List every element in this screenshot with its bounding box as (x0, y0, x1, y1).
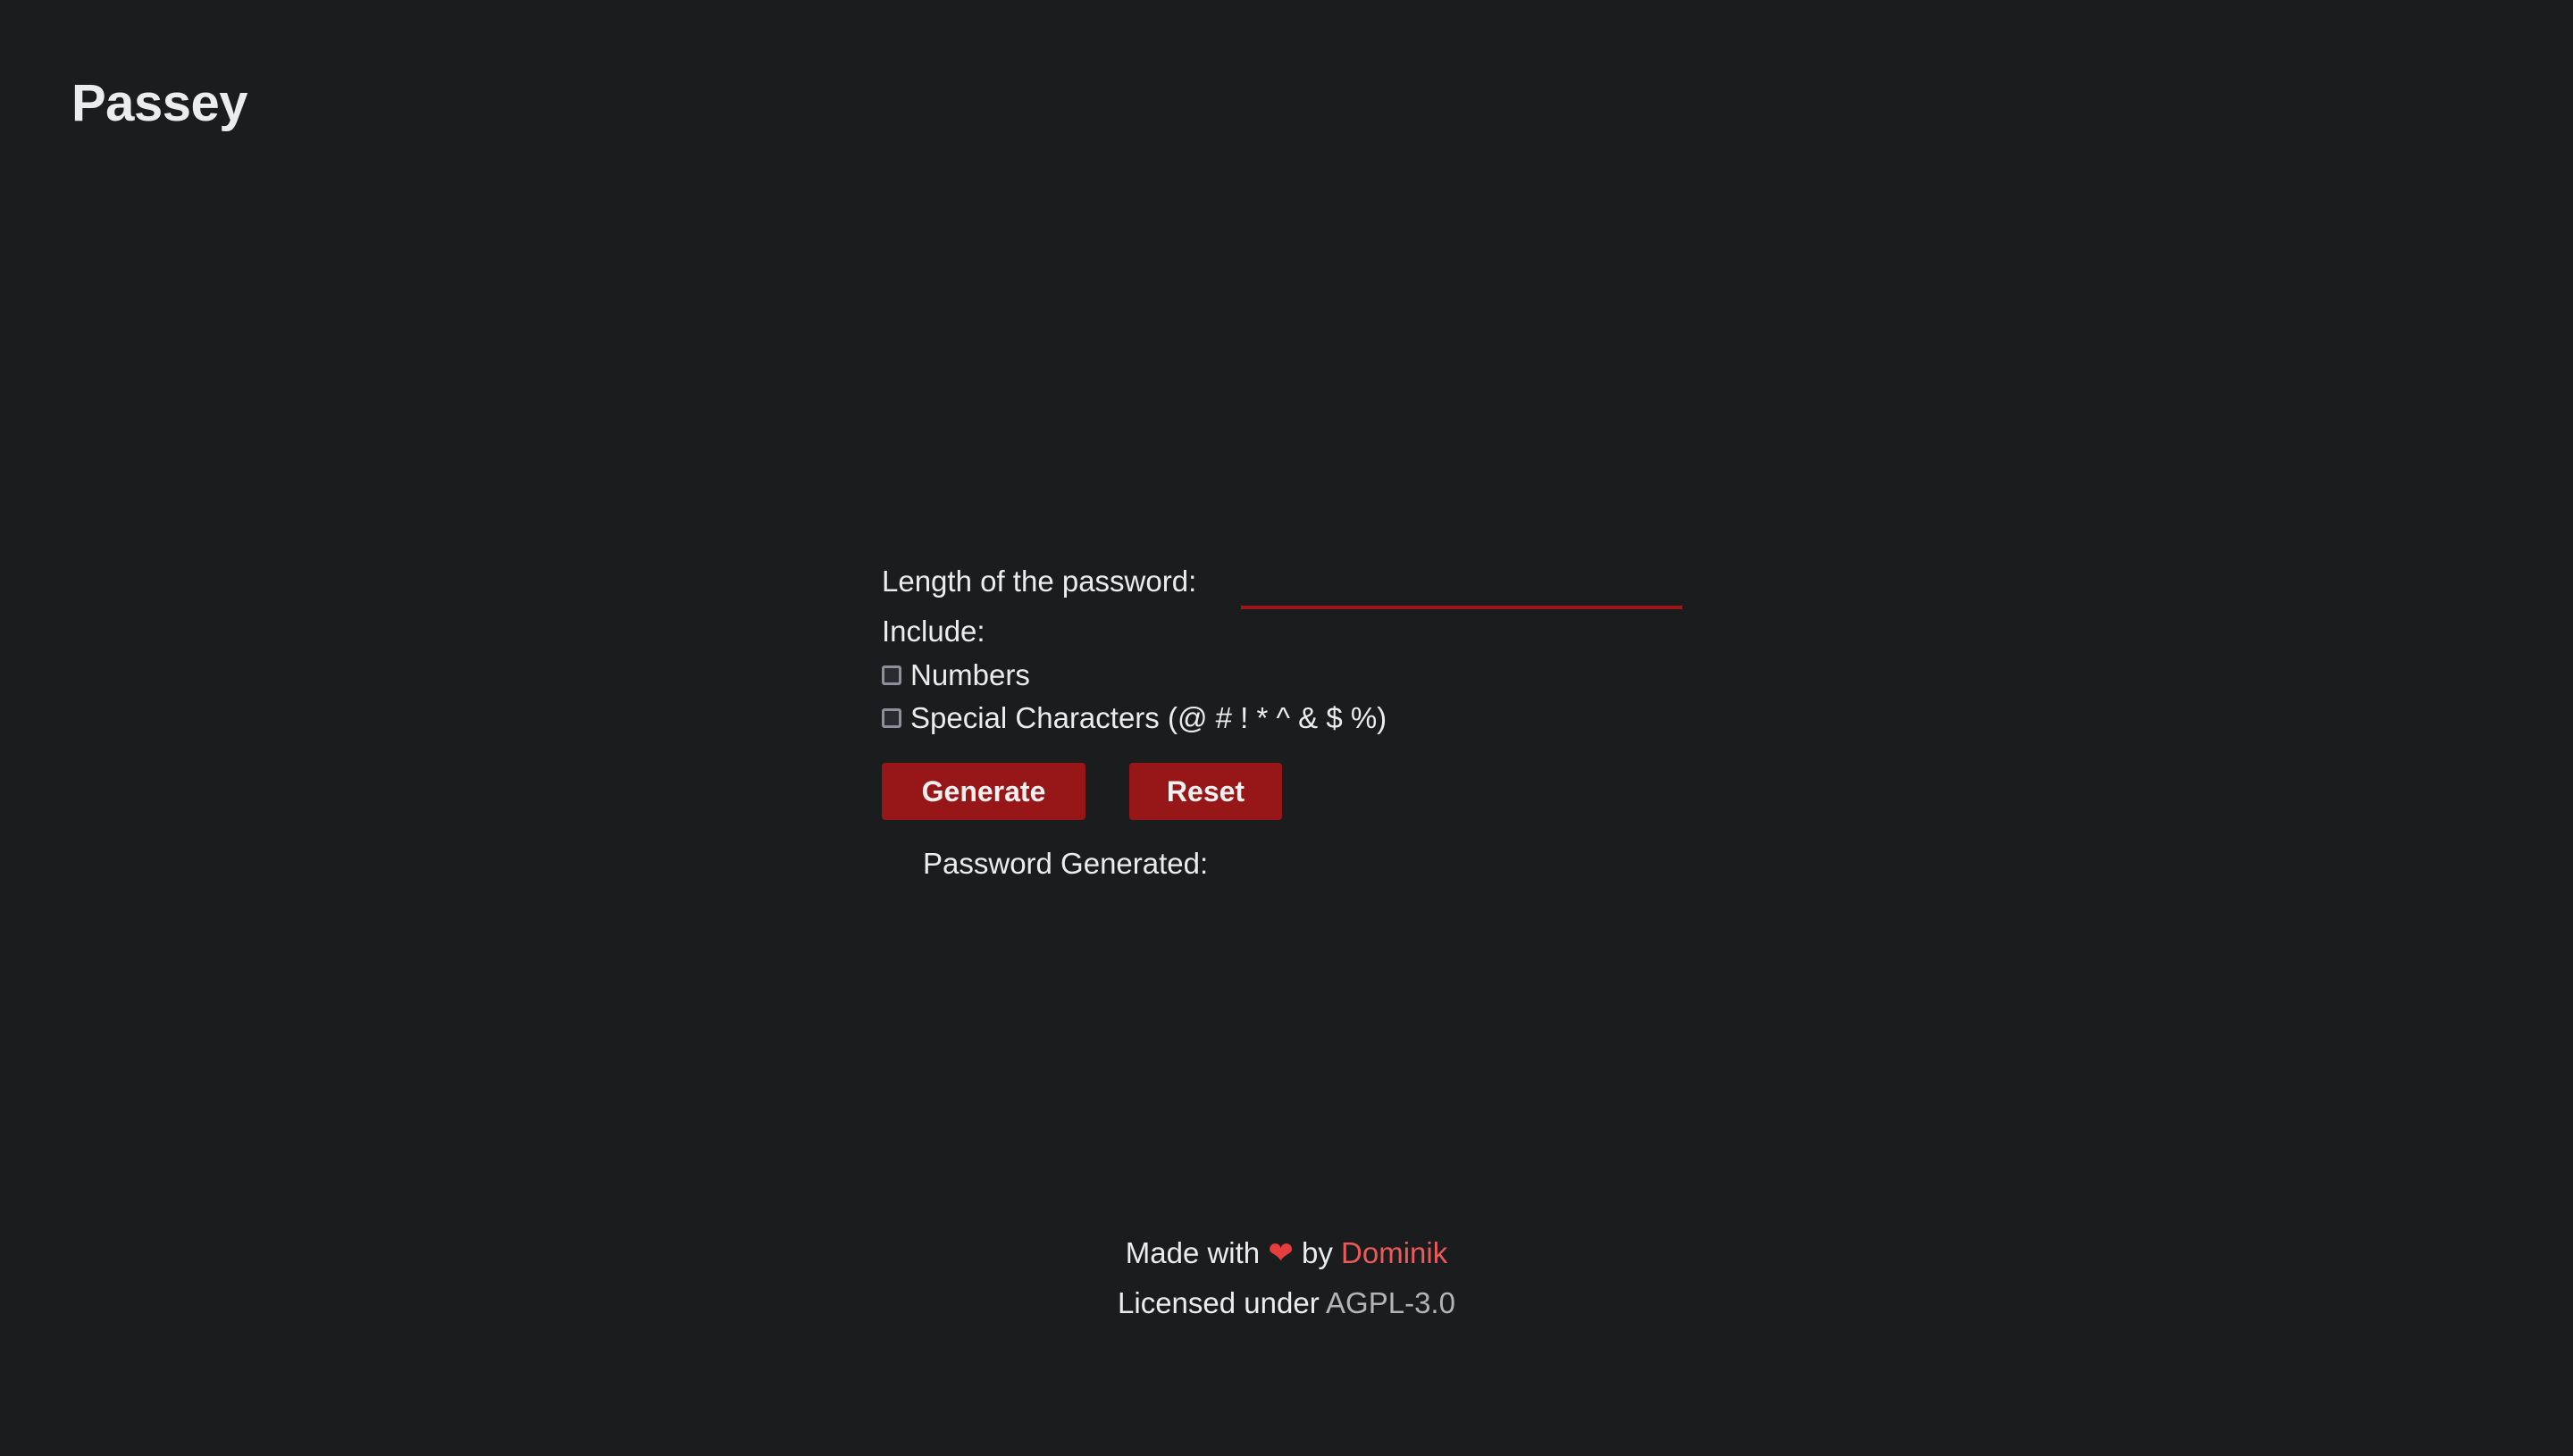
numbers-checkbox[interactable] (882, 665, 901, 685)
made-with-text: Made with (1125, 1236, 1261, 1269)
length-row: Length of the password: (882, 554, 1775, 609)
page: Passey Length of the password: Include: … (0, 0, 2573, 1456)
footer: Made with ❤ by Dominik Licensed under AG… (0, 1228, 2573, 1328)
include-label: Include: (882, 615, 985, 648)
password-generated-label: Password Generated: (923, 847, 1209, 880)
option-numbers[interactable]: Numbers (882, 658, 1775, 692)
password-form: Length of the password: Include: Numbers… (882, 554, 1775, 881)
author-link[interactable]: Dominik (1341, 1236, 1447, 1269)
numbers-label[interactable]: Numbers (910, 658, 1030, 692)
heart-icon: ❤ (1268, 1236, 1294, 1270)
footer-license: Licensed under AGPL-3.0 (0, 1278, 2573, 1328)
by-text: by (1302, 1236, 1333, 1269)
option-special-characters[interactable]: Special Characters (@ # ! * ^ & $ %) (882, 701, 1775, 735)
generate-button[interactable]: Generate (882, 763, 1085, 820)
reset-button[interactable]: Reset (1129, 763, 1282, 820)
licensed-under-text: Licensed under (1118, 1286, 1320, 1319)
app-logo[interactable]: Passey (71, 73, 247, 133)
special-characters-checkbox[interactable] (882, 708, 901, 728)
length-label: Length of the password: (882, 565, 1197, 598)
length-input[interactable] (1241, 565, 1683, 609)
button-row: Generate Reset (882, 763, 1775, 820)
license-link[interactable]: AGPL-3.0 (1326, 1286, 1455, 1319)
footer-credit: Made with ❤ by Dominik (0, 1228, 2573, 1278)
special-characters-label[interactable]: Special Characters (@ # ! * ^ & $ %) (910, 701, 1387, 735)
